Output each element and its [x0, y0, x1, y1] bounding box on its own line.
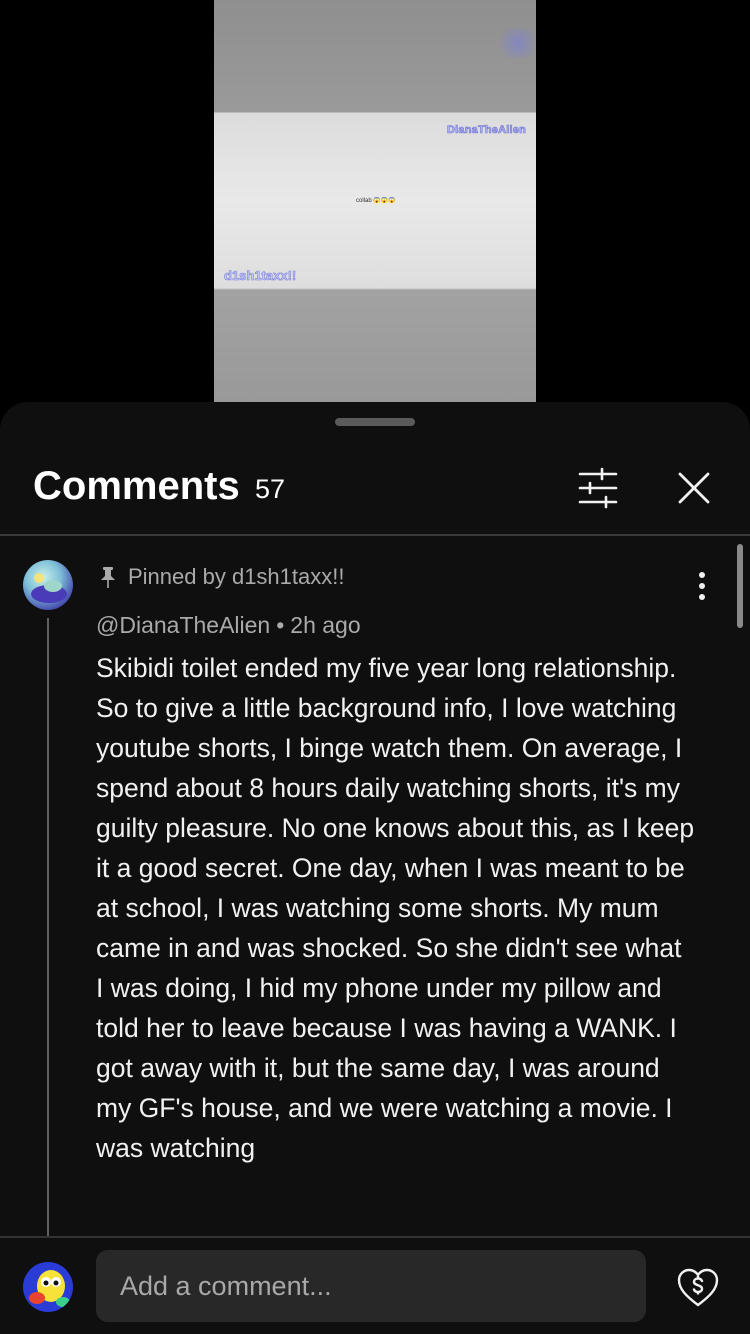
super-thanks-heart-dollar-icon [677, 1268, 719, 1307]
my-avatar[interactable] [23, 1262, 73, 1312]
video-caption-emoji: 😱😱😱 [373, 198, 396, 204]
comment-meta: @DianaTheAlien • 2h ago [96, 612, 361, 639]
video-caption: collab 😱😱😱 [356, 197, 396, 204]
comments-count: 57 [255, 474, 286, 504]
comment-time: 2h ago [290, 612, 361, 638]
thread-line [47, 618, 49, 1236]
comment-input[interactable] [96, 1250, 646, 1322]
comments-sheet: Comments 57 Pinned by d1sh1taxx!! @Diana… [0, 402, 750, 1334]
watermark-glow [494, 28, 534, 58]
comments-title: Comments [33, 464, 240, 508]
pinned-by-text: Pinned by d1sh1taxx!! [128, 564, 345, 589]
avatar-image [23, 560, 73, 610]
filter-button[interactable] [576, 466, 620, 510]
video-frame[interactable]: DianaTheAlien collab 😱😱😱 d1sh1taxx!! [214, 0, 536, 402]
comments-header: Comments 57 [0, 454, 750, 534]
avatar[interactable] [23, 560, 73, 610]
more-vertical-icon [699, 572, 705, 600]
scrollbar[interactable] [737, 544, 743, 628]
video-watermark-bottom: d1sh1taxx!! [224, 268, 297, 284]
video-caption-text: collab [356, 198, 372, 204]
close-button[interactable] [672, 466, 716, 510]
filter-sliders-icon [578, 467, 618, 509]
comment-text[interactable]: Skibidi toilet ended my five year long r… [96, 648, 696, 1168]
comments-list[interactable]: Pinned by d1sh1taxx!! @DianaTheAlien • 2h … [0, 536, 750, 1236]
comment-composer [0, 1238, 750, 1334]
comment-author[interactable]: @DianaTheAlien [96, 612, 270, 638]
drag-handle[interactable] [335, 418, 415, 426]
comment-more-button[interactable] [686, 566, 718, 606]
video-player[interactable]: DianaTheAlien collab 😱😱😱 d1sh1taxx!! [0, 0, 750, 402]
super-thanks-button[interactable] [676, 1266, 720, 1310]
meta-separator: • [276, 612, 285, 638]
pin-icon [101, 567, 115, 588]
video-watermark-top: DianaTheAlien [446, 124, 526, 137]
my-avatar-image [23, 1262, 73, 1312]
close-icon [678, 472, 710, 504]
pinned-label: Pinned by d1sh1taxx!! [98, 564, 344, 590]
